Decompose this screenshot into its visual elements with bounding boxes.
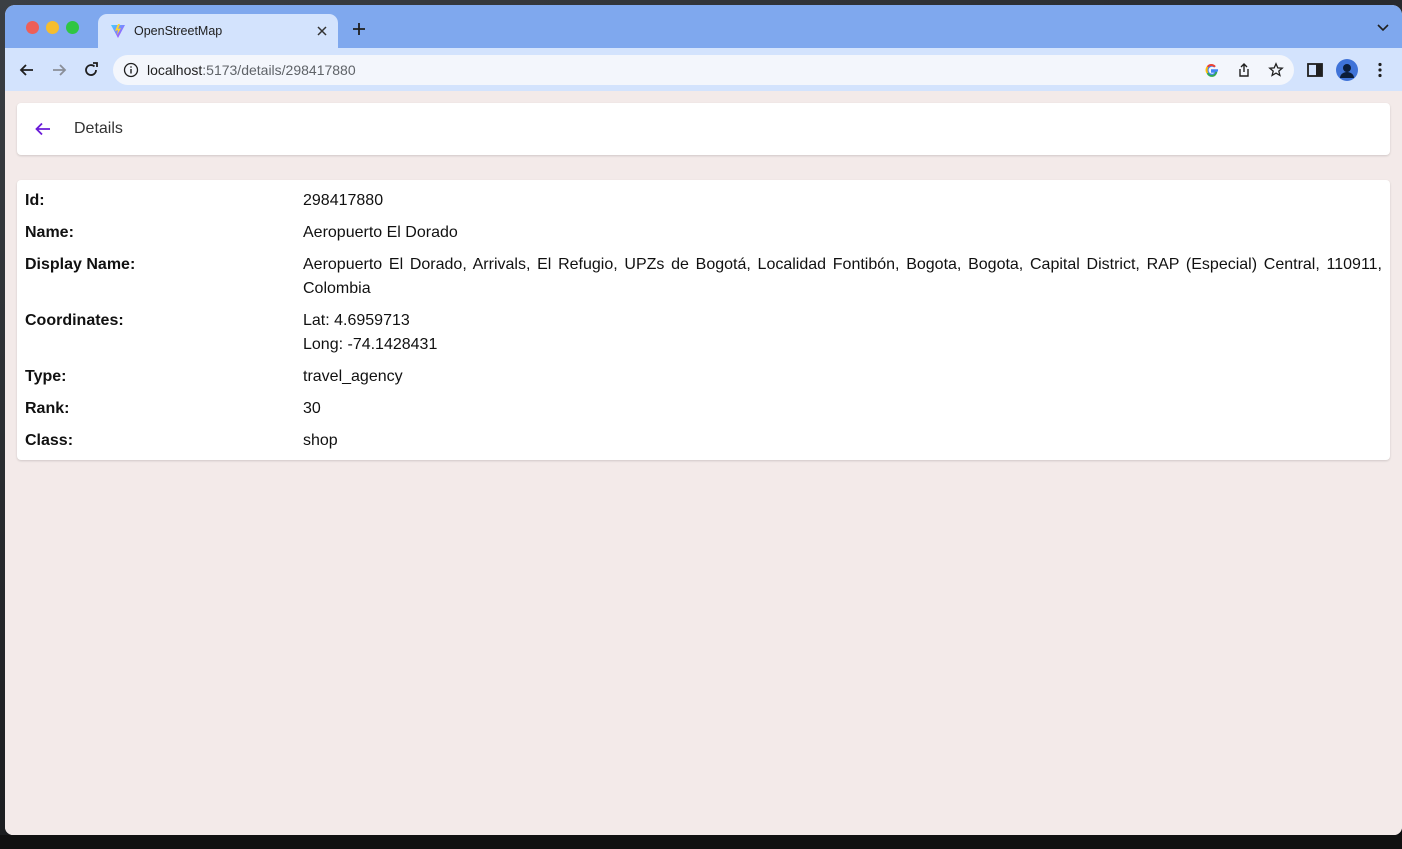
kebab-menu-icon[interactable] — [1371, 61, 1389, 79]
page-title: Details — [74, 120, 123, 137]
address-bar[interactable]: localhost:5173/details/298417880 — [113, 55, 1294, 85]
back-arrow-icon[interactable] — [17, 60, 37, 80]
tab-title: OpenStreetMap — [134, 24, 223, 38]
display-name-label: Display Name: — [25, 256, 136, 273]
class-value: shop — [303, 432, 338, 449]
details-card: Id: 298417880 Name: Aeropuerto El Dorado… — [17, 180, 1390, 460]
star-icon[interactable] — [1268, 62, 1284, 78]
maximize-window-button[interactable] — [66, 21, 79, 34]
side-panel-icon[interactable] — [1306, 61, 1324, 79]
rank-label: Rank: — [25, 400, 70, 417]
forward-arrow-icon[interactable] — [49, 60, 69, 80]
url-text[interactable]: localhost:5173/details/298417880 — [147, 62, 356, 78]
type-value: travel_agency — [303, 368, 403, 385]
tab-strip: OpenStreetMap — [5, 5, 1402, 48]
tab-openstreetmap[interactable]: OpenStreetMap — [98, 14, 338, 48]
minimize-window-button[interactable] — [46, 21, 59, 34]
class-label: Class: — [25, 432, 74, 449]
display-name-value: Aeropuerto El Dorado, Arrivals, El Refug… — [303, 256, 1382, 297]
site-info-icon[interactable] — [123, 62, 139, 78]
reload-icon[interactable] — [81, 60, 101, 80]
browser-window: OpenStreetMap localhost:5173/details/298… — [5, 5, 1402, 835]
tab-close-icon[interactable] — [314, 23, 330, 39]
url-host: localhost — [147, 62, 203, 78]
type-label: Type: — [25, 368, 67, 385]
vite-favicon-icon — [111, 24, 125, 38]
latitude-value: Lat: 4.6959713 — [303, 312, 410, 329]
url-path: :5173/details/298417880 — [202, 62, 356, 78]
name-label: Name: — [25, 224, 74, 241]
coordinates-label: Coordinates: — [25, 312, 124, 329]
back-arrow-icon[interactable] — [33, 119, 53, 139]
profile-avatar-icon[interactable] — [1336, 59, 1358, 81]
id-label: Id: — [25, 192, 45, 209]
browser-toolbar: localhost:5173/details/298417880 — [5, 48, 1402, 91]
rank-value: 30 — [303, 400, 321, 417]
tab-search-chevron-icon[interactable] — [1376, 21, 1390, 35]
coordinates-value: Lat: 4.6959713 Long: -74.1428431 — [303, 309, 1382, 357]
page-content: Details Id: 298417880 Name: Aeropuerto E… — [5, 91, 1402, 835]
share-icon[interactable] — [1236, 62, 1252, 78]
app-bar: Details — [17, 103, 1390, 155]
close-window-button[interactable] — [26, 21, 39, 34]
new-tab-button[interactable] — [348, 18, 370, 40]
desktop-bottom-edge — [0, 835, 1402, 849]
google-icon[interactable] — [1204, 62, 1220, 78]
longitude-value: Long: -74.1428431 — [303, 336, 438, 353]
id-value: 298417880 — [303, 192, 384, 209]
name-value: Aeropuerto El Dorado — [303, 224, 458, 241]
